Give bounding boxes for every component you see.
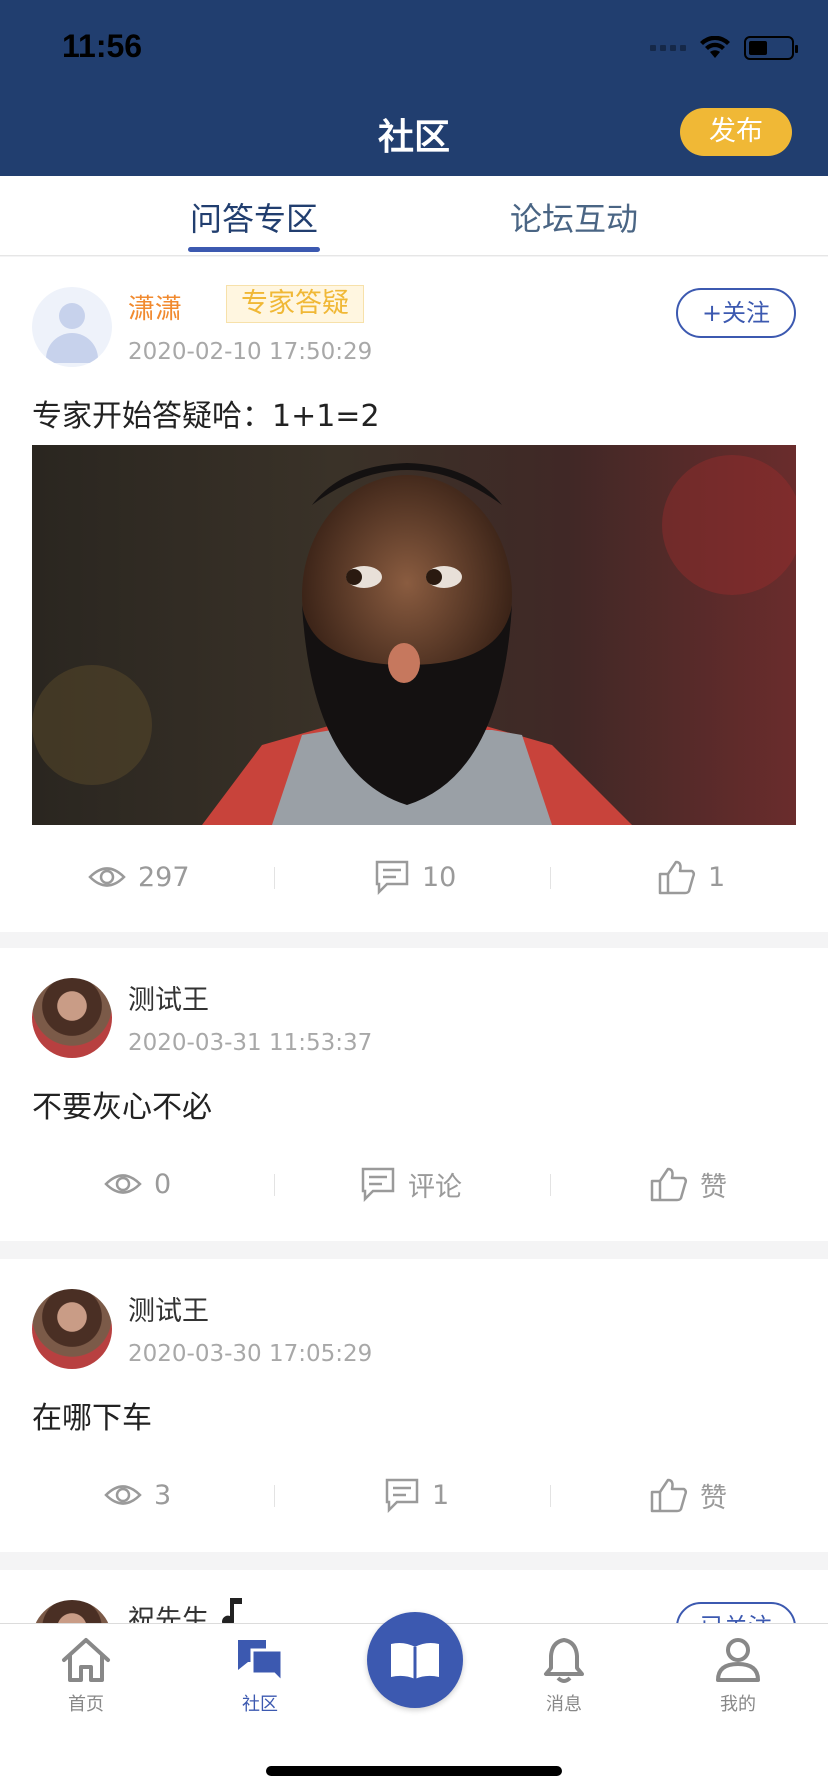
nav-messages-label: 消息 [546, 1694, 582, 1715]
post-card[interactable]: 测试王 2020-03-30 17:05:29 在哪下车 3 1 赞 [0, 1259, 828, 1552]
likes-stat[interactable]: 赞 [650, 1465, 727, 1525]
post-card[interactable]: 测试王 2020-03-31 11:53:37 不要灰心不必 0 评论 赞 [0, 948, 828, 1241]
eye-icon [104, 1485, 142, 1505]
post-time: 2020-02-10 17:50:29 [128, 339, 373, 365]
post-text: 专家开始答疑哈：1+1=2 [32, 399, 380, 434]
views-stat: 297 [88, 847, 190, 907]
nav-home-label: 首页 [68, 1694, 104, 1715]
tab-forum[interactable]: 论坛互动 [510, 194, 638, 240]
likes-count: 1 [708, 861, 726, 893]
status-time: 11:56 [62, 28, 143, 64]
likes-count: 赞 [700, 1482, 727, 1514]
thumbs-up-icon [658, 860, 696, 895]
views-stat: 3 [104, 1465, 171, 1525]
views-count: 297 [138, 861, 190, 893]
battery-icon [744, 36, 798, 60]
bell-icon [544, 1638, 584, 1683]
nav-community-label: 社区 [242, 1694, 278, 1715]
post-text: 在哪下车 [32, 1401, 152, 1436]
nav-center-button[interactable] [367, 1612, 463, 1708]
views-count: 3 [154, 1479, 172, 1511]
nav-home[interactable]: 首页 [36, 1636, 136, 1716]
tab-bar: 问答专区 论坛互动 [0, 176, 828, 256]
user-icon [716, 1638, 760, 1682]
follow-button[interactable]: +关注 [676, 288, 796, 338]
comments-stat[interactable]: 10 [374, 847, 456, 907]
comments-stat[interactable]: 评论 [360, 1154, 462, 1214]
likes-stat[interactable]: 赞 [650, 1154, 727, 1214]
post-stats: 0 评论 赞 [0, 1154, 828, 1214]
post-stats: 3 1 赞 [0, 1465, 828, 1525]
likes-count: 赞 [700, 1171, 727, 1203]
book-icon [391, 1643, 439, 1679]
views-count: 0 [154, 1168, 172, 1200]
comments-stat[interactable]: 1 [384, 1465, 449, 1525]
top-header: 11:56 社区 发布 [0, 0, 828, 176]
avatar[interactable] [32, 978, 112, 1058]
nav-profile[interactable]: 我的 [688, 1636, 788, 1716]
comments-count: 评论 [408, 1171, 462, 1203]
post-card[interactable]: 潇潇 专家答疑 2020-02-10 17:50:29 +关注 专家开始答疑哈：… [0, 257, 828, 932]
comments-count: 1 [432, 1479, 450, 1511]
eye-icon [88, 867, 126, 887]
post-username[interactable]: 测试王 [128, 978, 209, 1017]
avatar[interactable] [32, 1289, 112, 1369]
tab-active-indicator [188, 247, 320, 252]
comment-icon [375, 860, 409, 895]
thumbs-up-icon [650, 1478, 688, 1513]
signal-icon [650, 45, 686, 51]
post-text: 不要灰心不必 [32, 1090, 212, 1125]
community-icon [238, 1640, 284, 1686]
post-username[interactable]: 测试王 [128, 1289, 209, 1328]
comment-icon [361, 1167, 395, 1202]
post-username[interactable]: 潇潇 [128, 287, 182, 326]
comment-icon [385, 1478, 419, 1513]
post-stats: 297 10 1 [0, 847, 828, 907]
comments-count: 10 [422, 861, 457, 893]
nav-messages[interactable]: 消息 [514, 1636, 614, 1716]
status-icons [650, 36, 798, 60]
nav-profile-label: 我的 [720, 1694, 756, 1715]
home-icon [62, 1638, 110, 1682]
wifi-icon [700, 36, 730, 58]
publish-button[interactable]: 发布 [680, 108, 792, 156]
likes-stat[interactable]: 1 [658, 847, 725, 907]
thumbs-up-icon [650, 1167, 688, 1202]
tab-qa[interactable]: 问答专区 [190, 194, 318, 240]
post-image[interactable] [32, 445, 796, 825]
post-time: 2020-03-31 11:53:37 [128, 1030, 373, 1056]
eye-icon [104, 1174, 142, 1194]
avatar[interactable] [32, 287, 112, 367]
nav-community[interactable]: 社区 [210, 1636, 310, 1716]
home-indicator[interactable] [266, 1766, 562, 1776]
app-screen: 11:56 社区 发布 问答专区 论坛互动 潇潇 专家答疑 2020-02-10… [0, 0, 828, 1792]
views-stat: 0 [104, 1154, 171, 1214]
expert-badge: 专家答疑 [226, 285, 364, 323]
post-time: 2020-03-30 17:05:29 [128, 1341, 373, 1367]
